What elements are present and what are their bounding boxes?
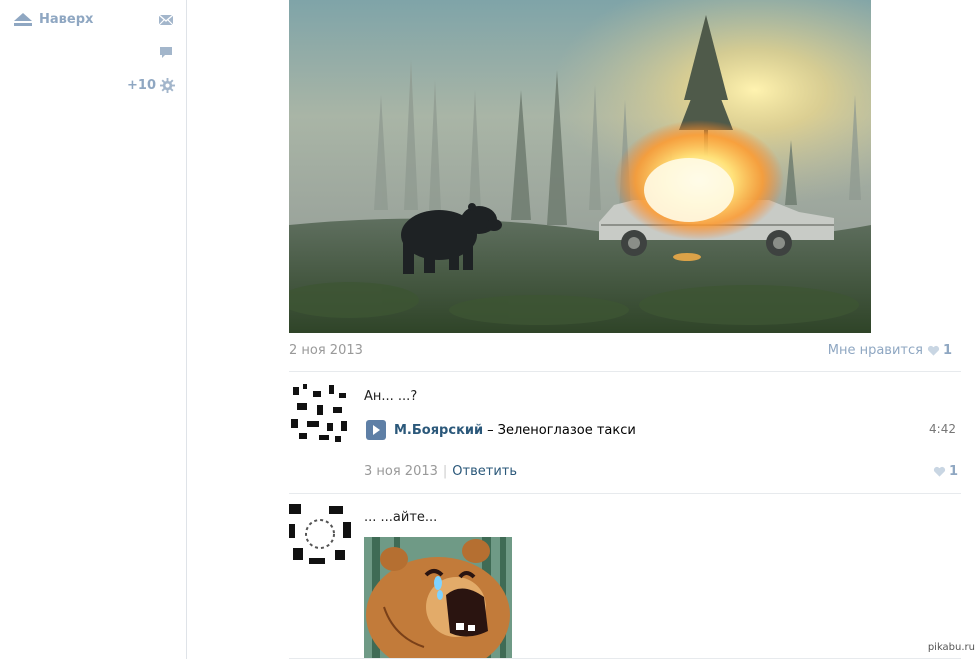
audio-duration: 4:42 (929, 422, 956, 436)
avatar[interactable] (289, 381, 351, 443)
audio-title[interactable]: Зеленоглазое такси (498, 423, 636, 438)
like-label: Мне нравится (827, 343, 923, 358)
comment-text: ... ...айте... (364, 510, 438, 525)
comment: ... ...айте... (289, 494, 961, 659)
post-date[interactable]: 2 ноя 2013 (289, 343, 363, 358)
like-count: 1 (942, 343, 952, 358)
counter-value: +10 (127, 78, 156, 93)
heart-icon (933, 466, 946, 477)
footer-separator: | (442, 464, 448, 479)
avatar-image (289, 381, 351, 443)
gear-icon (160, 78, 175, 93)
audio-dash: – (487, 422, 494, 438)
chat-bubble-icon[interactable] (158, 46, 174, 60)
scroll-top-label: Наверх (39, 12, 94, 27)
post-meta: 2 ноя 2013 Мне нравится 1 (289, 343, 961, 361)
comment: Ан... ...? М.Боярский – Зеленоглазое так… (289, 381, 961, 493)
scroll-top-button[interactable]: Наверх (14, 12, 93, 27)
comment-footer: 3 ноя 2013 | Ответить 1 (364, 464, 961, 482)
play-icon[interactable] (366, 420, 386, 440)
mail-icon[interactable] (158, 13, 174, 27)
post-like-button[interactable]: Мне нравится 1 (828, 343, 952, 358)
post-photo-image (289, 0, 871, 333)
crying-bear-meme-image (364, 537, 512, 659)
comment-like-count: 1 (948, 464, 958, 479)
reply-link[interactable]: Ответить (452, 464, 517, 479)
comment-date[interactable]: 3 ноя 2013 (364, 464, 438, 479)
comment-like-button[interactable]: 1 (933, 464, 958, 479)
left-sidebar: Наверх +10 (0, 0, 187, 659)
avatar-image (289, 504, 351, 566)
divider (289, 371, 961, 372)
heart-icon (927, 345, 940, 356)
comment-image[interactable] (364, 537, 512, 659)
audio-attachment: М.Боярский – Зеленоглазое такси 4:42 (366, 419, 956, 441)
up-arrow-icon (14, 12, 32, 27)
watermark: pikabu.ru (927, 642, 975, 653)
comment-text: Ан... ...? (364, 389, 418, 404)
notifications-counter[interactable]: +10 (127, 78, 175, 93)
avatar[interactable] (289, 504, 351, 566)
post-photo[interactable] (289, 0, 871, 333)
audio-artist[interactable]: М.Боярский (394, 423, 483, 438)
